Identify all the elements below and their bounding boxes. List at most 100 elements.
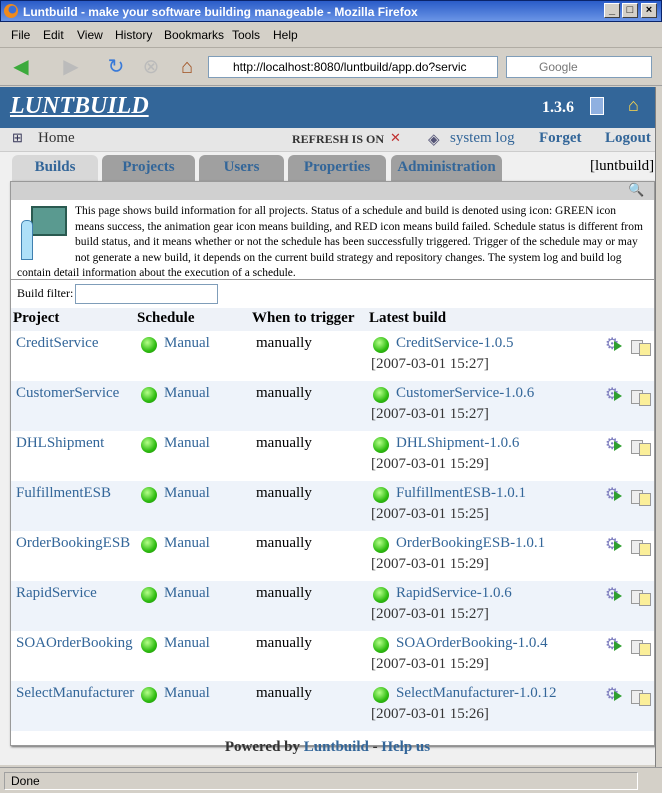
- schedule-link[interactable]: Manual: [164, 485, 210, 502]
- copy-schedule-icon[interactable]: [631, 536, 651, 556]
- version-label: 1.3.6: [542, 99, 574, 116]
- copy-schedule-icon[interactable]: [631, 436, 651, 456]
- status-bar: Done: [0, 767, 662, 793]
- current-user: [luntbuild]: [590, 158, 655, 174]
- build-status-green-icon: [373, 537, 389, 553]
- build-status-green-icon: [373, 487, 389, 503]
- footer: Powered by Luntbuild - Help us: [0, 739, 655, 756]
- trigger-build-gear-icon[interactable]: ⚙: [605, 686, 625, 704]
- search-input[interactable]: Google: [506, 56, 652, 78]
- schedule-link[interactable]: Manual: [164, 685, 210, 702]
- back-icon[interactable]: ◀: [10, 56, 32, 78]
- build-date: [2007-03-01 15:27]: [371, 406, 489, 422]
- luntbuild-link[interactable]: Luntbuild: [304, 739, 369, 755]
- latest-build-link[interactable]: CreditService-1.0.5: [396, 335, 513, 352]
- menu-history[interactable]: History: [115, 28, 152, 42]
- schedule-status-green-icon: [141, 337, 157, 353]
- trigger-build-gear-icon[interactable]: ⚙: [605, 386, 625, 404]
- schedule-link[interactable]: Manual: [164, 585, 210, 602]
- project-link[interactable]: DHLShipment: [16, 435, 104, 452]
- project-link[interactable]: RapidService: [16, 585, 97, 602]
- logout-link[interactable]: Logout: [605, 130, 651, 147]
- schedule-link[interactable]: Manual: [164, 635, 210, 652]
- schedule-link[interactable]: Manual: [164, 535, 210, 552]
- forward-icon[interactable]: ▶: [60, 56, 82, 78]
- trigger-text: manually: [256, 485, 312, 501]
- trigger-build-gear-icon[interactable]: ⚙: [605, 486, 625, 504]
- latest-build-link[interactable]: RapidService-1.0.6: [396, 585, 512, 602]
- trigger-text: manually: [256, 685, 312, 701]
- url-bar[interactable]: http://localhost:8080/luntbuild/app.do?s…: [208, 56, 498, 78]
- copy-schedule-icon[interactable]: [631, 486, 651, 506]
- trigger-build-gear-icon[interactable]: ⚙: [605, 336, 625, 354]
- latest-build-link[interactable]: FulfillmentESB-1.0.1: [396, 485, 526, 502]
- copy-schedule-icon[interactable]: [631, 686, 651, 706]
- latest-build-link[interactable]: DHLShipment-1.0.6: [396, 435, 519, 452]
- close-button[interactable]: ×: [641, 3, 657, 18]
- tab-builds[interactable]: Builds: [12, 155, 98, 181]
- project-link[interactable]: CustomerService: [16, 385, 119, 402]
- latest-build-link[interactable]: CustomerService-1.0.6: [396, 385, 534, 402]
- copy-schedule-icon[interactable]: [631, 586, 651, 606]
- build-date: [2007-03-01 15:29]: [371, 456, 489, 472]
- refresh-status[interactable]: REFRESH IS ON: [292, 132, 384, 147]
- table-row: RapidService Manual manually RapidServic…: [11, 581, 654, 631]
- help-us-link[interactable]: Help us: [381, 739, 430, 755]
- trigger-build-gear-icon[interactable]: ⚙: [605, 536, 625, 554]
- menu-file[interactable]: File: [11, 28, 30, 42]
- menu-help[interactable]: Help: [273, 28, 298, 42]
- home-icon[interactable]: ⌂: [176, 56, 198, 78]
- schedule-status-green-icon: [141, 437, 157, 453]
- menu-edit[interactable]: Edit: [43, 28, 64, 42]
- build-status-green-icon: [373, 337, 389, 353]
- refresh-icon[interactable]: ✕: [390, 130, 401, 146]
- schedule-status-green-icon: [141, 487, 157, 503]
- stop-icon[interactable]: ⊗: [140, 56, 162, 78]
- menu-view[interactable]: View: [77, 28, 103, 42]
- build-filter-label: Build filter:: [17, 286, 74, 300]
- build-date: [2007-03-01 15:29]: [371, 656, 489, 672]
- trigger-build-gear-icon[interactable]: ⚙: [605, 436, 625, 454]
- tab-projects[interactable]: Projects: [102, 155, 195, 181]
- schedule-link[interactable]: Manual: [164, 385, 210, 402]
- project-link[interactable]: SelectManufacturer: [16, 685, 134, 702]
- search-icon[interactable]: 🔍: [628, 182, 644, 198]
- project-link[interactable]: CreditService: [16, 335, 98, 352]
- tab-properties[interactable]: Properties: [288, 155, 386, 181]
- maximize-button[interactable]: □: [622, 3, 638, 18]
- copy-schedule-icon[interactable]: [631, 636, 651, 656]
- copy-schedule-icon[interactable]: [631, 386, 651, 406]
- latest-build-link[interactable]: SelectManufacturer-1.0.12: [396, 685, 556, 702]
- system-log-link[interactable]: system log: [450, 130, 515, 147]
- column-schedule: Schedule: [137, 310, 195, 326]
- trigger-text: manually: [256, 335, 312, 351]
- tab-users[interactable]: Users: [199, 155, 284, 181]
- copy-schedule-icon[interactable]: [631, 336, 651, 356]
- project-link[interactable]: SOAOrderBooking: [16, 635, 133, 652]
- home-icon[interactable]: ⌂: [628, 95, 639, 116]
- trigger-build-gear-icon[interactable]: ⚙: [605, 586, 625, 604]
- trigger-build-gear-icon[interactable]: ⚙: [605, 636, 625, 654]
- help-book-icon[interactable]: [590, 97, 604, 115]
- menu-bookmarks[interactable]: Bookmarks: [164, 28, 224, 42]
- build-date: [2007-03-01 15:25]: [371, 506, 489, 522]
- build-filter-input[interactable]: [75, 284, 218, 304]
- minimize-button[interactable]: _: [604, 3, 620, 18]
- column-project: Project: [13, 310, 60, 326]
- system-log-icon: ◈: [428, 132, 440, 148]
- project-link[interactable]: FulfillmentESB: [16, 485, 111, 502]
- menu-tools[interactable]: Tools: [232, 28, 260, 42]
- trigger-text: manually: [256, 385, 312, 401]
- schedule-link[interactable]: Manual: [164, 435, 210, 452]
- latest-build-link[interactable]: OrderBookingESB-1.0.1: [396, 535, 545, 552]
- reload-icon[interactable]: ↻: [105, 56, 127, 78]
- home-link[interactable]: Home: [38, 130, 75, 147]
- tab-administration[interactable]: Administration: [391, 155, 502, 181]
- info-box: This page shows build information for al…: [11, 200, 654, 280]
- sitemap-icon: ⊞: [12, 130, 23, 145]
- schedule-link[interactable]: Manual: [164, 335, 210, 352]
- luntbuild-logo[interactable]: LUNTBUILD: [10, 93, 149, 120]
- latest-build-link[interactable]: SOAOrderBooking-1.0.4: [396, 635, 548, 652]
- project-link[interactable]: OrderBookingESB: [16, 535, 130, 552]
- forget-link[interactable]: Forget: [539, 130, 581, 147]
